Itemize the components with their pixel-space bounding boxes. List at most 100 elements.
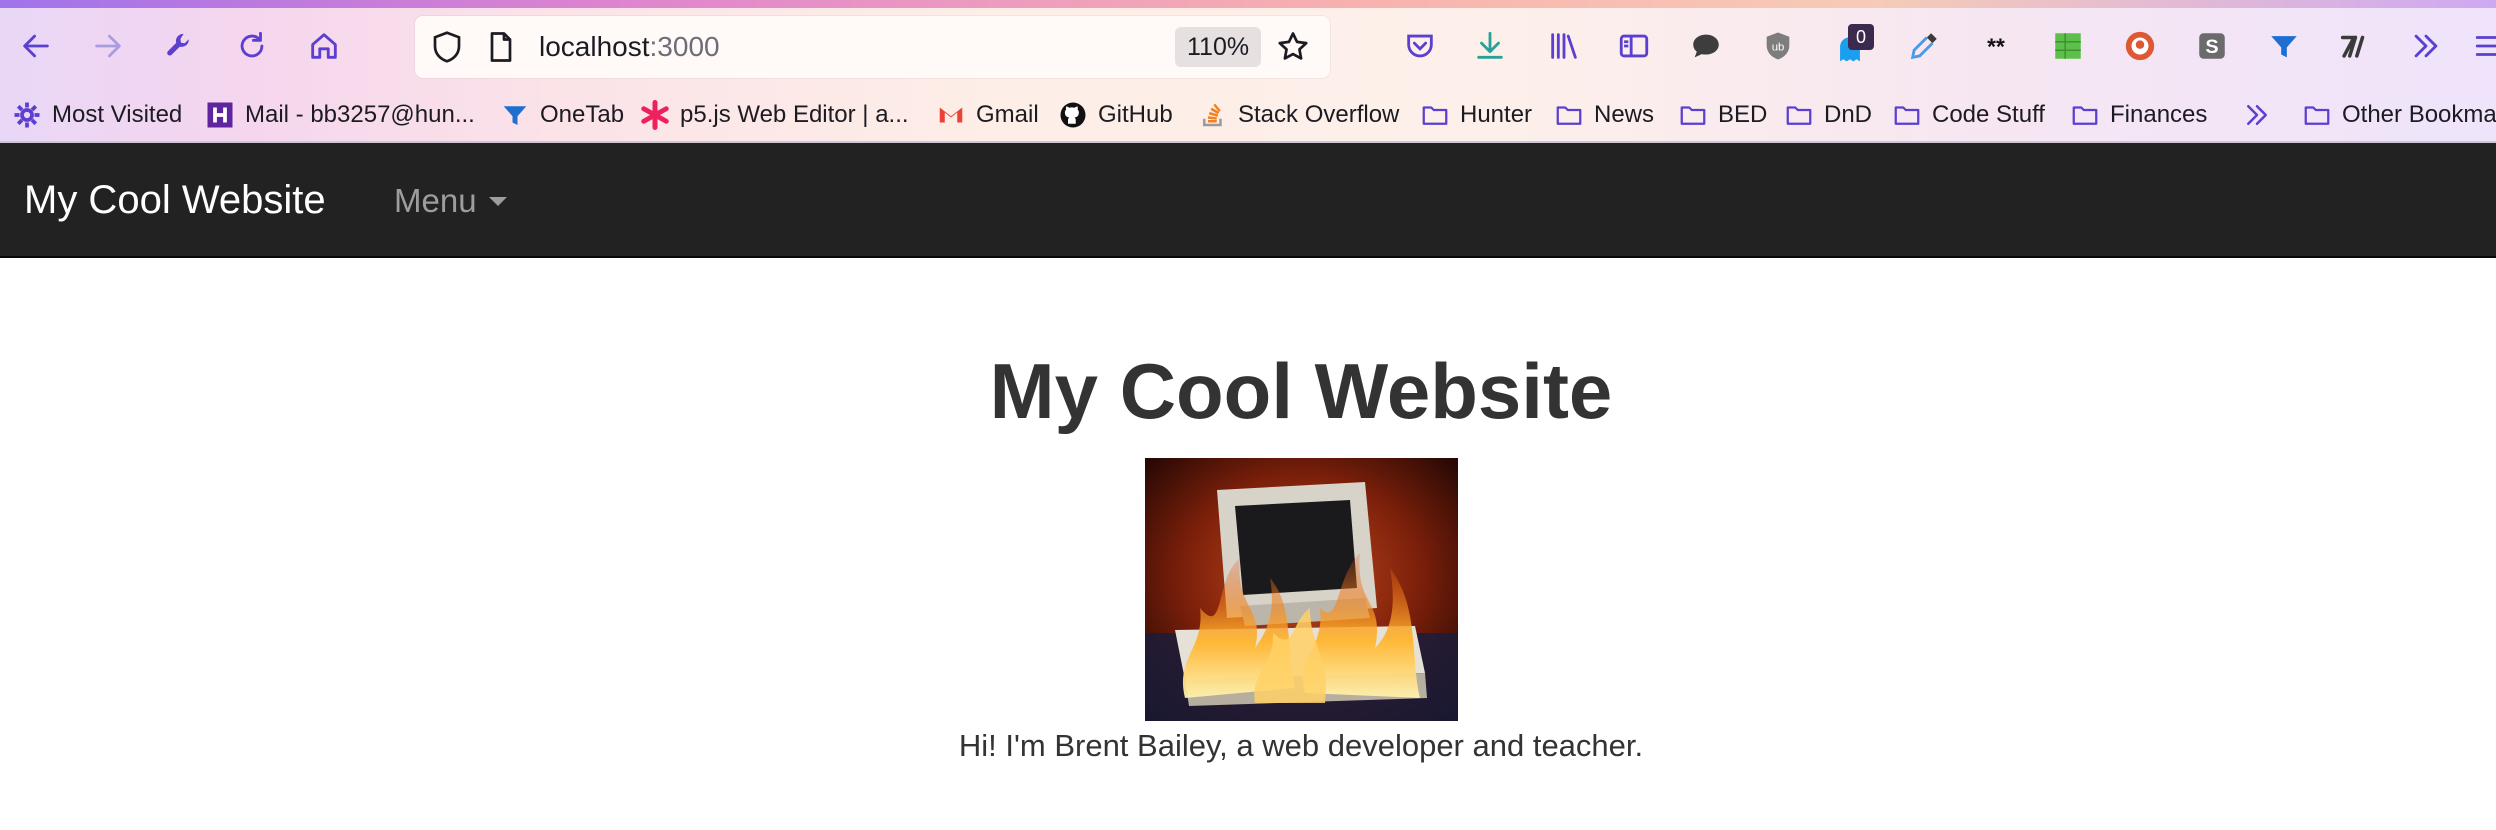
chat-extension-button[interactable] <box>1686 26 1726 66</box>
onetab-icon <box>500 100 530 130</box>
sheets-extension-button[interactable] <box>2048 26 2088 66</box>
library-icon <box>1551 33 1577 59</box>
ublock-shield-icon: ub <box>1766 32 1790 60</box>
hero-image <box>1145 458 1458 721</box>
navbar-brand-link[interactable]: My Cool Website <box>24 177 326 223</box>
forward-button[interactable] <box>84 22 132 70</box>
download-icon <box>1477 31 1503 59</box>
slash-lines-icon <box>2340 35 2365 58</box>
hunter-h-icon <box>205 100 235 130</box>
sidebar-icon <box>1619 34 1649 58</box>
sidebar-button[interactable] <box>1614 26 1654 66</box>
bookmark-folder-other[interactable]: Other Bookmar <box>2302 96 2496 134</box>
bookmark-label: Code Stuff <box>1932 101 2045 128</box>
hamburger-icon <box>2475 36 2496 56</box>
bookmark-folder-hunter[interactable]: Hunter <box>1420 96 1532 134</box>
arrow-right-icon <box>95 34 121 58</box>
onetab-extension-button[interactable] <box>2264 26 2304 66</box>
reload-button[interactable] <box>228 22 276 70</box>
s-box-icon: S <box>2199 33 2225 59</box>
double-asterisk-icon: ** <box>1987 34 2005 60</box>
github-icon <box>1058 100 1088 130</box>
duckduckgo-button[interactable] <box>2120 26 2160 66</box>
downloads-button[interactable] <box>1470 26 1510 66</box>
asterisk-icon <box>640 100 670 130</box>
arrow-left-icon <box>23 34 49 58</box>
bookmark-label: Mail - bb3257@hun... <box>245 101 475 128</box>
folder-icon <box>1554 100 1584 130</box>
bookmarks-toolbar: Most Visited Mail - bb3257@hun... OneTab… <box>0 90 2496 140</box>
gear-icon <box>12 100 42 130</box>
bookmarks-overflow-button[interactable] <box>2242 96 2282 134</box>
eyedropper-button[interactable] <box>1904 26 1944 66</box>
wrench-icon <box>167 33 189 56</box>
green-sheet-icon <box>2055 33 2081 59</box>
url-host: localhost <box>539 31 650 62</box>
bookmark-github[interactable]: GitHub <box>1058 96 1173 134</box>
chrome-accent-strip <box>0 0 2496 8</box>
s-extension-button[interactable]: S <box>2192 26 2232 66</box>
svg-text:**: ** <box>1987 34 2005 60</box>
overflow-menu-button[interactable] <box>2406 26 2446 66</box>
folder-icon <box>1784 100 1814 130</box>
star-icon[interactable] <box>1275 29 1311 65</box>
stackoverflow-icon <box>1198 100 1228 130</box>
double-chevron-right-icon <box>2414 34 2438 58</box>
caret-down-icon <box>488 196 507 206</box>
bookmark-label: Finances <box>2110 101 2208 128</box>
bookmark-most-visited[interactable]: Most Visited <box>12 96 182 134</box>
bookmark-label: OneTab <box>540 101 625 128</box>
library-button[interactable] <box>1544 26 1584 66</box>
shield-icon[interactable] <box>429 29 465 65</box>
svg-text:S: S <box>2205 36 2218 58</box>
folder-icon <box>1892 100 1922 130</box>
bookmark-label: GitHub <box>1098 101 1173 128</box>
ublock-button[interactable]: ub <box>1758 26 1798 66</box>
url-text[interactable]: localhost:3000 <box>539 30 720 64</box>
page-icon[interactable] <box>483 29 519 65</box>
page-title: My Cool Website <box>989 347 1613 435</box>
folder-icon <box>1420 100 1450 130</box>
bookmark-folder-bed[interactable]: BED <box>1678 96 1767 134</box>
pocket-icon <box>1407 34 1433 58</box>
burning-computer-illustration <box>1145 458 1458 721</box>
customize-button[interactable] <box>156 22 204 70</box>
bookmark-label: Hunter <box>1460 101 1533 128</box>
address-bar[interactable]: localhost:3000 110% <box>415 16 1330 78</box>
bookmark-label: Other Bookmar <box>2342 101 2496 128</box>
asterisk-extension-button[interactable]: ** <box>1976 26 2016 66</box>
back-button[interactable] <box>12 22 60 70</box>
folder-icon <box>2070 100 2100 130</box>
bookmark-folder-news[interactable]: News <box>1554 96 1654 134</box>
svg-text:ub: ub <box>1772 41 1785 53</box>
bookmark-label: BED <box>1718 101 1768 128</box>
bookmark-stack-overflow[interactable]: Stack Overflow <box>1198 96 1399 134</box>
pocket-button[interactable] <box>1400 26 1440 66</box>
bookmark-label: DnD <box>1824 101 1873 128</box>
bookmark-folder-finances[interactable]: Finances <box>2070 96 2207 134</box>
bookmark-label: p5.js Web Editor | a... <box>680 101 909 128</box>
eyedropper-icon <box>1910 33 1937 60</box>
zoom-level-button[interactable]: 110% <box>1175 27 1262 67</box>
menu-dropdown-toggle[interactable]: Menu <box>394 181 507 221</box>
gmail-icon <box>936 100 966 130</box>
extension-count-badge: 0 <box>1848 24 1874 50</box>
bookmark-folder-code-stuff[interactable]: Code Stuff <box>1892 96 2045 134</box>
main-content: My Cool Website Hi! I'm Brent Bailey, a … <box>0 258 2496 830</box>
bookmark-p5js[interactable]: p5.js Web Editor | a... <box>640 96 909 134</box>
onetab-funnel-icon <box>2271 36 2297 58</box>
folder-icon <box>2302 100 2332 130</box>
browser-toolbar: localhost:3000 110% ub 0 ** S <box>0 8 2496 86</box>
home-icon <box>311 33 337 59</box>
home-button[interactable] <box>300 22 348 70</box>
bookmark-label: Gmail <box>976 101 1039 128</box>
zotero-extension-button[interactable] <box>2334 26 2374 66</box>
app-menu-button[interactable] <box>2470 26 2496 66</box>
folder-icon <box>1678 100 1708 130</box>
bookmark-mail[interactable]: Mail - bb3257@hun... <box>205 96 475 134</box>
bookmark-onetab[interactable]: OneTab <box>500 96 624 134</box>
bookmark-label: Most Visited <box>52 101 183 128</box>
bookmark-gmail[interactable]: Gmail <box>936 96 1039 134</box>
menu-label: Menu <box>394 182 477 219</box>
bookmark-folder-dnd[interactable]: DnD <box>1784 96 1872 134</box>
